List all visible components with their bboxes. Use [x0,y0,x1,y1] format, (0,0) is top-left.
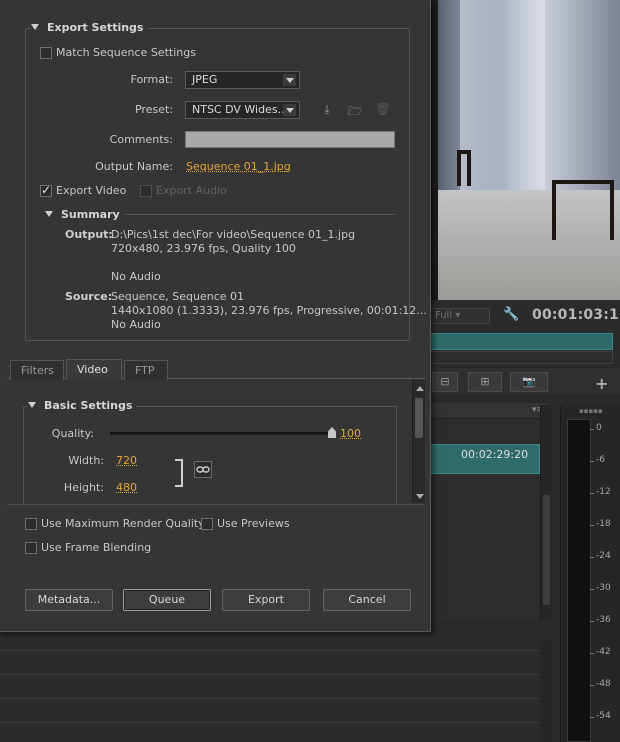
timeline-timecode: 00:02:29:20 [430,444,540,474]
summary-source-label: Source: [65,290,113,303]
basic-settings-header[interactable]: Basic Settings [28,399,137,412]
export-settings-dialog: Export Settings Match Sequence Settings … [0,0,431,632]
summary-output-line: D:\Pics\1st dec\For video\Sequence 01_1.… [111,228,356,241]
tracks-scrollbar[interactable] [540,640,552,742]
export-settings-title: Export Settings [47,21,144,34]
width-label: Width: [68,454,104,467]
delete-preset-icon[interactable]: 🗑 [375,102,391,118]
summary-source-line: 1440x1080 (1.3333), 23.976 fps, Progress… [111,304,427,317]
preset-select[interactable]: NTSC DV Wides... [185,101,300,119]
tab-ftp[interactable]: FTP [124,360,168,380]
video-panel-scrollbar[interactable] [412,380,425,503]
export-video-checkbox[interactable] [40,183,52,197]
comments-label: Comments: [109,133,173,146]
summary-header[interactable]: Summary [45,208,120,221]
match-sequence-label: Match Sequence Settings [56,46,196,59]
audio-meter: ▪▪▪▪▪ 0 -6 -12 -18 -24 -30 -36 -42 -48 -… [560,405,620,742]
meter-tick: -24 [590,551,611,561]
cancel-button[interactable]: Cancel [323,589,411,611]
use-previews-label: Use Previews [217,517,290,530]
basic-settings-title: Basic Settings [44,399,133,412]
chevron-down-icon [283,74,296,86]
summary-output-label: Output: [65,228,113,241]
queue-button[interactable]: Queue [123,589,211,611]
quality-label: Quality: [51,427,94,440]
output-name-link[interactable]: Sequence 01_1.jpg [186,160,291,173]
format-select[interactable]: JPEG [185,71,300,89]
meter-tick: -54 [590,711,611,721]
lift-icon[interactable]: ⊟ [432,372,458,392]
summary-output-line: No Audio [111,270,161,283]
max-render-quality-checkbox[interactable] [25,518,37,530]
meter-tick: -36 [590,615,611,625]
max-render-quality-label: Use Maximum Render Quality [41,517,205,530]
summary-output-line: 720x480, 23.976 fps, Quality 100 [111,242,296,255]
meter-tick: 0 [590,423,602,433]
monitor-scrub-bar[interactable] [430,351,613,364]
add-button-icon[interactable]: + [595,374,608,393]
meter-menu-icon[interactable]: ▪▪▪▪▪ [579,407,603,415]
monitor-work-area-bar [430,333,613,350]
use-previews-checkbox[interactable] [201,518,213,530]
height-label: Height: [63,481,104,494]
quality-slider[interactable] [110,432,334,435]
tab-video[interactable]: Video [66,359,122,380]
chevron-down-icon [283,104,296,116]
program-monitor-preview [430,0,620,300]
export-settings-header[interactable]: Export Settings [31,21,148,34]
export-video-label: Export Video [56,184,127,197]
meter-tick: -30 [590,583,611,593]
quality-value[interactable]: 100 [340,427,361,440]
constrain-proportions-button[interactable] [194,461,212,478]
playhead-timecode: 00:01:03:15 [532,307,620,323]
link-chain-icon [196,466,210,473]
summary-title: Summary [61,208,120,221]
collapse-triangle-icon[interactable] [45,211,53,217]
timeline-tracks [0,632,540,742]
tab-filters[interactable]: Filters [10,360,64,380]
width-value[interactable]: 720 [116,454,137,467]
summary-source-line: No Audio [111,318,161,331]
export-button[interactable]: Export [222,589,310,611]
extract-icon[interactable]: ⊞ [468,372,502,392]
summary-source-line: Sequence, Sequence 01 [111,290,245,303]
options-divider [7,504,425,505]
format-label: Format: [130,73,173,86]
timeline-scrollbar[interactable] [540,405,552,620]
frame-blending-checkbox[interactable] [25,542,37,554]
timeline-panel-header: ▾≡ [430,403,550,419]
metadata-button[interactable]: Metadata... [25,589,113,611]
output-name-label: Output Name: [95,160,173,173]
export-frame-camera-icon[interactable]: 📷 [510,372,548,392]
preset-label: Preset: [134,103,173,116]
meter-tick: -6 [590,455,605,465]
comments-input[interactable] [185,131,395,148]
fit-select[interactable]: Full ▾ [430,308,490,324]
frame-blending-label: Use Frame Blending [41,541,152,554]
collapse-triangle-icon[interactable] [28,402,36,408]
wrench-icon[interactable]: 🔧 [503,307,519,323]
export-audio-checkbox[interactable] [140,185,152,197]
height-value[interactable]: 480 [116,481,137,494]
summary-divider [125,214,395,215]
scroll-down-icon[interactable] [416,494,424,499]
meter-tick: -48 [590,679,611,689]
save-preset-icon[interactable]: ⤓ [319,102,335,118]
scroll-up-icon[interactable] [416,386,424,391]
match-sequence-checkbox[interactable] [40,47,52,59]
video-settings-panel: Basic Settings Quality: 100 Width: 720 H… [8,380,424,504]
meter-tick: -12 [590,487,611,497]
collapse-triangle-icon[interactable] [31,24,39,30]
aspect-bracket [175,459,183,487]
meter-tick: -18 [590,519,611,529]
import-preset-icon[interactable]: 🗁 [347,102,363,118]
export-audio-label: Export Audio [156,184,227,197]
meter-tick: -42 [590,647,611,657]
